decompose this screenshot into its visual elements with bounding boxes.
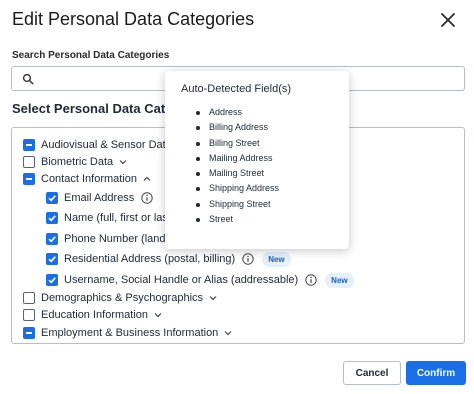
auto-detected-field: Address (195, 105, 279, 120)
checkbox-unchecked[interactable] (23, 292, 35, 304)
list-item-username[interactable]: Username, Social Handle or Alias (addres… (46, 272, 354, 288)
auto-detected-field: Billing Address (195, 120, 279, 135)
list-item-label: Audiovisual & Sensor Data (41, 139, 172, 151)
tooltip-title: Auto-Detected Field(s) (181, 83, 292, 95)
list-item-residential-address[interactable]: Residential Address (postal, billing) Ne… (46, 251, 291, 267)
auto-detected-fields-tooltip: Auto-Detected Field(s) Address Billing A… (165, 71, 349, 249)
checkbox-indeterminate[interactable] (23, 173, 35, 185)
checkbox-unchecked[interactable] (23, 309, 35, 321)
checkbox-checked[interactable] (46, 212, 58, 224)
checkbox-indeterminate[interactable] (23, 327, 35, 339)
list-item-demographics[interactable]: Demographics & Psychographics (23, 290, 217, 306)
list-item-label: Username, Social Handle or Alias (addres… (64, 274, 299, 286)
chevron-up-icon[interactable] (143, 176, 151, 182)
auto-detected-field: Mailing Address (195, 151, 279, 166)
checkbox-unchecked[interactable] (23, 156, 35, 168)
checkbox-checked[interactable] (46, 233, 58, 245)
dialog-title: Edit Personal Data Categories (12, 9, 255, 29)
new-badge: New (262, 251, 291, 267)
list-item-label: Residential Address (postal, billing) (64, 253, 236, 265)
list-item-education[interactable]: Education Information (23, 307, 162, 323)
list-item-label: Education Information (41, 309, 149, 321)
info-icon[interactable] (305, 274, 317, 286)
info-icon[interactable] (141, 192, 154, 204)
cancel-button[interactable]: Cancel (343, 361, 401, 385)
confirm-button[interactable]: Confirm (406, 361, 466, 385)
close-icon[interactable] (438, 10, 458, 30)
section-title: Select Personal Data Categories (12, 101, 177, 116)
auto-detected-field-list: Address Billing Address Billing Street M… (195, 105, 279, 227)
list-item-name[interactable]: Name (full, first or last) (46, 210, 175, 226)
auto-detected-field: Shipping Address (195, 181, 279, 196)
info-icon[interactable] (242, 253, 254, 265)
new-badge: New (325, 272, 354, 288)
auto-detected-field: Street (195, 212, 279, 227)
checkbox-checked[interactable] (46, 274, 58, 286)
checkbox-checked[interactable] (46, 253, 58, 265)
list-item-label: Name (full, first or last) (64, 212, 175, 224)
list-item-label: Employment & Business Information (41, 327, 219, 339)
auto-detected-field: Billing Street (195, 136, 279, 151)
auto-detected-field: Mailing Street (195, 166, 279, 181)
checkbox-indeterminate[interactable] (23, 139, 35, 151)
chevron-down-icon[interactable] (209, 295, 217, 301)
chevron-down-icon[interactable] (119, 159, 127, 165)
list-item-biometric[interactable]: Biometric Data (23, 154, 127, 170)
list-item-label: Contact Information (41, 173, 137, 185)
auto-detected-field: Shipping Street (195, 197, 279, 212)
checkbox-checked[interactable] (46, 192, 58, 204)
list-item-label: Demographics & Psychographics (41, 292, 204, 304)
list-item-contact[interactable]: Contact Information (23, 171, 151, 187)
list-item-label: Email Address (64, 192, 135, 204)
search-icon (22, 73, 34, 85)
search-label: Search Personal Data Categories (12, 50, 170, 61)
list-item-label: Biometric Data (41, 156, 114, 168)
list-item-audiovisual[interactable]: Audiovisual & Sensor Data (23, 137, 186, 153)
list-item-employment[interactable]: Employment & Business Information (23, 325, 232, 341)
chevron-down-icon[interactable] (224, 330, 232, 336)
list-item-email[interactable]: Email Address (46, 190, 154, 206)
chevron-down-icon[interactable] (154, 312, 162, 318)
